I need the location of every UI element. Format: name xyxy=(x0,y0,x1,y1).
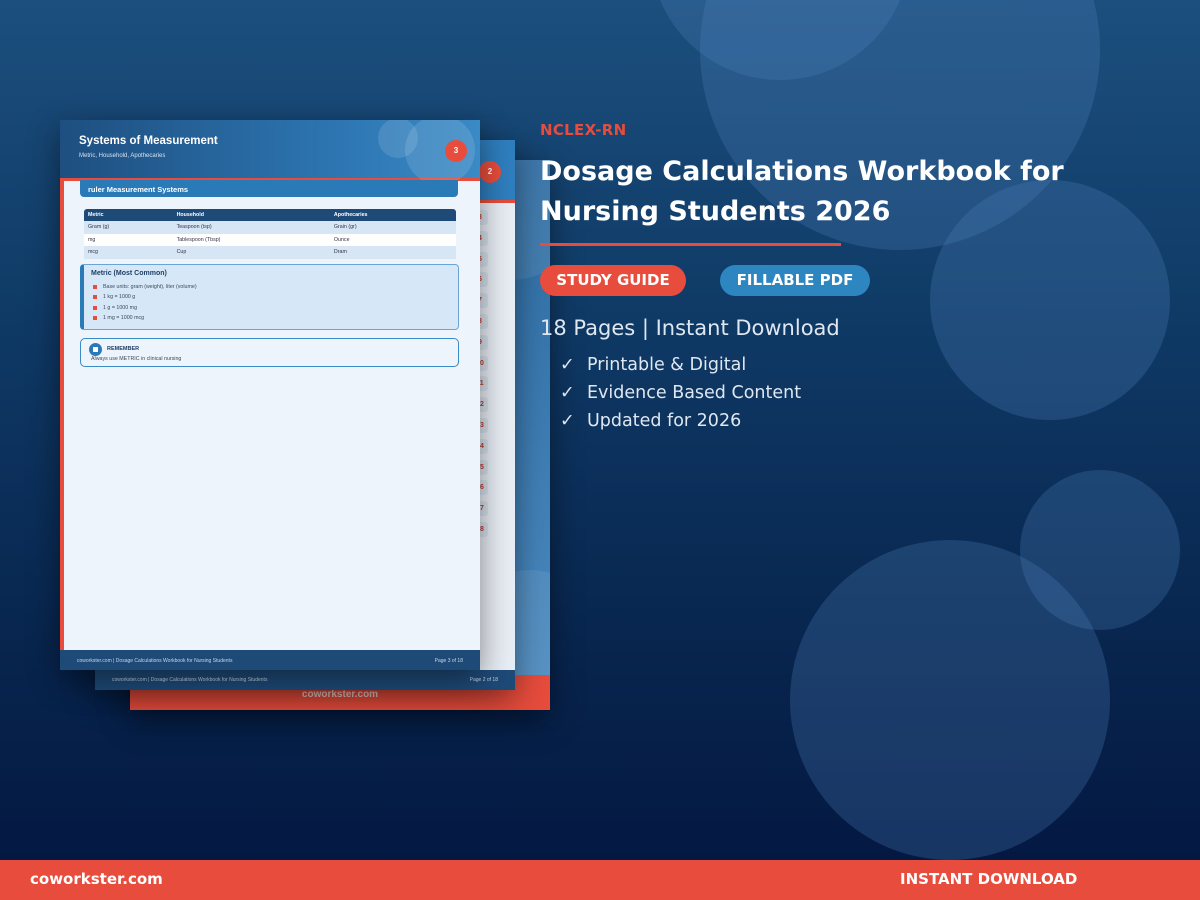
table-header-cell: Metric xyxy=(84,209,173,221)
front-page-footer: coworkster.com | Dosage Calculations Wor… xyxy=(60,650,480,670)
remember-title: REMEMBER xyxy=(107,346,140,352)
page-count-line: 18 Pages | Instant Download xyxy=(540,316,840,340)
metric-box-title: Metric (Most Common) xyxy=(91,270,167,277)
page-subtitle: Metric, Household, Apothecaries xyxy=(79,153,166,159)
bg-bubble xyxy=(790,540,1110,860)
list-item-text: 1 mg = 1000 mcg xyxy=(103,315,145,321)
section-title: ruler Measurement Systems xyxy=(80,180,458,197)
title-underline xyxy=(540,243,841,246)
bullet-icon xyxy=(93,315,97,320)
table-cell: Ounce xyxy=(329,233,456,246)
footer-page-count: Page 2 of 18 xyxy=(469,677,498,683)
table-cell: Tablespoon (Tbsp) xyxy=(172,233,330,246)
middle-page-number-badge: 2 xyxy=(479,161,501,183)
list-item: 1 kg = 1000 g xyxy=(93,294,135,300)
table-cell: Dram xyxy=(329,246,456,259)
page-accent-bar xyxy=(60,181,64,651)
front-page-header: Systems of Measurement Metric, Household… xyxy=(60,120,480,185)
table-cell: Cup xyxy=(172,246,330,259)
table-cell: Gram (g) xyxy=(84,221,173,234)
table-row: mcg Cup Dram xyxy=(84,246,456,259)
product-title: Dosage Calculations Workbook for Nursing… xyxy=(540,156,1064,227)
bullet-icon xyxy=(93,305,97,310)
page-number-badge: 3 xyxy=(445,140,467,162)
brand-link[interactable]: coworkster.com xyxy=(30,870,163,888)
metric-info-box: Metric (Most Common) Base units: gram (w… xyxy=(80,264,459,330)
table-row: Gram (g) Teaspoon (tsp) Grain (gr) xyxy=(84,221,456,234)
list-item: Base units: gram (weight), liter (volume… xyxy=(93,284,197,290)
feature-item: ✓ Printable & Digital xyxy=(560,355,746,375)
remember-callout: REMEMBER Always use METRIC in clinical n… xyxy=(80,338,459,367)
instant-download-link[interactable]: INSTANT DOWNLOAD xyxy=(900,870,1077,888)
table-row: mg Tablespoon (Tbsp) Ounce xyxy=(84,233,456,246)
table-cell: mg xyxy=(84,233,173,246)
study-guide-badge: STUDY GUIDE xyxy=(540,265,686,296)
feature-text: Printable & Digital xyxy=(587,355,747,375)
table-header-cell: Apothecaries xyxy=(329,209,456,221)
feature-item: ✓ Evidence Based Content xyxy=(560,383,801,403)
check-icon: ✓ xyxy=(560,383,575,403)
footer-page-count: Page 3 of 18 xyxy=(434,658,463,664)
list-item-text: 1 g = 1000 mg xyxy=(103,305,138,311)
list-item-text: Base units: gram (weight), liter (volume… xyxy=(103,284,197,290)
table-cell: Grain (gr) xyxy=(329,221,456,234)
feature-item: ✓ Updated for 2026 xyxy=(560,411,741,431)
measurement-table: Metric Household Apothecaries Gram (g) T… xyxy=(84,209,456,259)
footer-left-text: coworkster.com | Dosage Calculations Wor… xyxy=(77,658,233,664)
bullet-icon xyxy=(93,294,97,299)
note-icon xyxy=(89,343,102,356)
bullet-icon xyxy=(93,284,97,289)
page-title: Systems of Measurement xyxy=(79,135,218,147)
bottom-bar: coworkster.com INSTANT DOWNLOAD xyxy=(0,860,1200,900)
list-item: 1 mg = 1000 mcg xyxy=(93,315,144,321)
fillable-pdf-badge: FILLABLE PDF xyxy=(720,265,870,296)
list-item-text: 1 kg = 1000 g xyxy=(103,294,136,300)
table-header-row: Metric Household Apothecaries xyxy=(84,209,456,221)
preview-page-front: Systems of Measurement Metric, Household… xyxy=(60,120,480,670)
table-cell: mcg xyxy=(84,246,173,259)
remember-text: Always use METRIC in clinical nursing xyxy=(91,356,182,362)
table-header-cell: Household xyxy=(172,209,330,221)
check-icon: ✓ xyxy=(560,355,575,375)
feature-text: Evidence Based Content xyxy=(587,383,802,403)
list-item: 1 g = 1000 mg xyxy=(93,305,137,311)
check-icon: ✓ xyxy=(560,411,575,431)
table-cell: Teaspoon (tsp) xyxy=(172,221,330,234)
footer-left-text: coworkster.com | Dosage Calculations Wor… xyxy=(112,677,268,683)
middle-page-footer: coworkster.com | Dosage Calculations Wor… xyxy=(95,670,515,690)
feature-text: Updated for 2026 xyxy=(587,411,742,431)
exam-label: NCLEX-RN xyxy=(540,121,627,139)
